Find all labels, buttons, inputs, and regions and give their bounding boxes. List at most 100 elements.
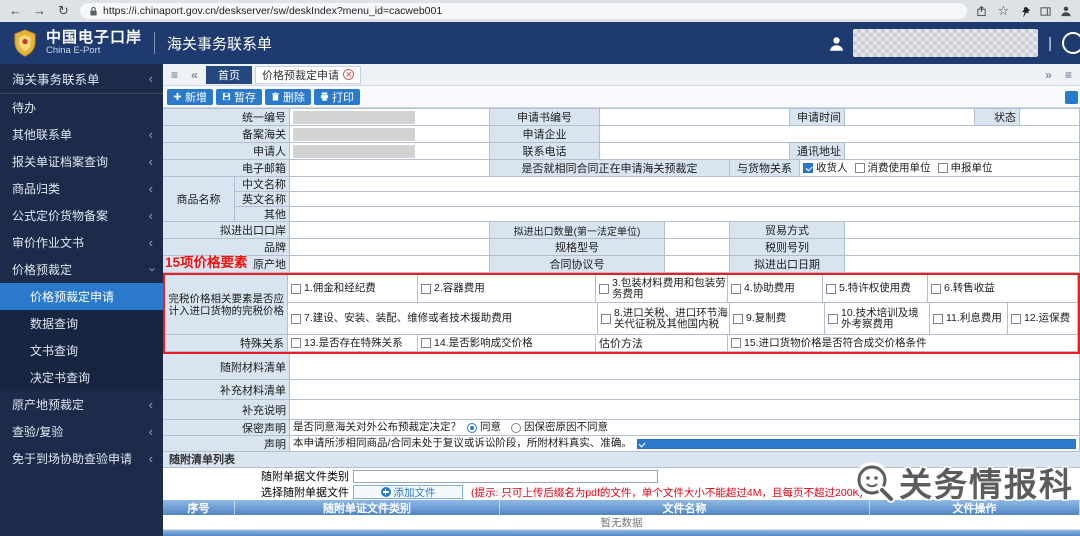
factor-6-checkbox[interactable] [931, 283, 941, 294]
chevron-left-icon: ‹ [148, 181, 153, 196]
disagree-radio[interactable] [511, 422, 521, 433]
collapse-tabs-icon[interactable]: « [186, 68, 203, 82]
tab-list-icon[interactable]: ≡ [1060, 68, 1077, 82]
port-field[interactable] [290, 222, 490, 239]
cn-name-field[interactable] [290, 177, 1080, 192]
factor-8-checkbox[interactable] [601, 313, 611, 324]
status-field [1020, 109, 1080, 126]
apply-company-field[interactable] [600, 126, 1080, 143]
factor-7-checkbox[interactable] [291, 313, 301, 324]
sidebar-item-classification[interactable]: 商品归类 ‹ [0, 175, 163, 202]
brand-cn: 中国电子口岸 [46, 28, 143, 46]
email-field[interactable] [290, 160, 490, 177]
scroll-top-button[interactable] [1065, 91, 1078, 104]
sidebar-item-declaration-archive[interactable]: 报关单证档案查询 ‹ [0, 148, 163, 175]
origin-field[interactable] [290, 256, 490, 273]
label-cn-name: 中文名称 [235, 177, 290, 192]
agree-radio[interactable] [467, 422, 477, 433]
supplement-list-field[interactable] [290, 380, 1080, 400]
menu-icon[interactable]: ≡ [166, 68, 183, 82]
price-factors-section: 完税价格相关要素是否应计入进口货物的完税价格 1.佣金和经纪费 2.容器费用 3… [163, 273, 1080, 354]
save-button[interactable]: 暂存 [216, 88, 262, 105]
label-special-relation: 特殊关系 [165, 335, 288, 352]
sidebar-item-todo[interactable]: 待办 [0, 94, 163, 121]
header-badge-icon[interactable] [1062, 32, 1080, 54]
refresh-icon[interactable]: ↻ [56, 0, 71, 22]
sidebar-item-price-preruling-apply[interactable]: 价格预裁定申请 [0, 283, 163, 310]
factor-3-checkbox[interactable] [599, 283, 609, 294]
app-doc-no-field[interactable] [600, 109, 790, 126]
sidebar-item-origin-preruling[interactable]: 原产地预裁定 ‹ [0, 391, 163, 418]
pin-extension-icon[interactable] [1020, 6, 1031, 17]
factor-2-checkbox[interactable] [421, 283, 431, 294]
expand-tabs-icon[interactable]: » [1040, 68, 1057, 82]
sidebar-item-doc-query[interactable]: 文书查询 [0, 337, 163, 364]
sidebar-item-other-contact[interactable]: 其他联系单 ‹ [0, 121, 163, 148]
sidebar-item-formula-pricing[interactable]: 公式定价货物备案 ‹ [0, 202, 163, 229]
factor-15-checkbox[interactable] [731, 338, 741, 348]
share-icon[interactable] [976, 5, 987, 17]
user-icon[interactable] [828, 35, 845, 52]
profile-icon[interactable] [1060, 5, 1072, 17]
factor-13-checkbox[interactable] [291, 338, 301, 348]
back-icon[interactable]: ← [8, 0, 23, 22]
factor-11-checkbox[interactable] [933, 313, 943, 324]
declare-unit-checkbox[interactable] [937, 163, 948, 173]
other-name-field[interactable] [290, 207, 1080, 222]
spec-field[interactable] [665, 239, 730, 256]
tariff-no-field[interactable] [845, 239, 1080, 256]
quantity-field[interactable] [665, 222, 730, 239]
new-button[interactable]: 新增 [167, 88, 213, 105]
url-bar[interactable]: https://i.chinaport.gov.cn/deskserver/sw… [80, 3, 967, 19]
sidebar-item-customs-contact[interactable]: 海关事务联系单 ‹ [0, 64, 163, 94]
sidebar-item-valuation-doc[interactable]: 审价作业文书 ‹ [0, 229, 163, 256]
forward-icon[interactable]: → [32, 0, 47, 22]
label-spec: 规格型号 [490, 239, 665, 256]
sidebar-item-exempt-inspection[interactable]: 免于到场协助查验申请 ‹ [0, 445, 163, 472]
factor-5-checkbox[interactable] [826, 283, 836, 294]
brand-field[interactable] [290, 239, 490, 256]
sidebar-item-inspection[interactable]: 查验/复验 ‹ [0, 418, 163, 445]
side-panel-icon[interactable] [1040, 6, 1051, 17]
factor-5: 5.特许权使用费 [823, 275, 928, 303]
label-applicant: 申请人 [163, 143, 290, 160]
label-record-customs: 备案海关 [163, 126, 290, 143]
consignee-checkbox[interactable] [803, 163, 813, 173]
factor-4-checkbox[interactable] [731, 283, 741, 294]
apply-time-field[interactable] [845, 109, 975, 126]
header-divider [154, 32, 156, 54]
label-port: 拟进出口口岸 [163, 222, 290, 239]
sidebar-item-price-preruling[interactable]: 价格预裁定 ‹ [0, 256, 163, 283]
trade-mode-field[interactable] [845, 222, 1080, 239]
sidebar-item-decision-query[interactable]: 决定书查询 [0, 364, 163, 391]
consumer-unit-checkbox[interactable] [854, 163, 865, 173]
date-field[interactable] [845, 256, 1080, 273]
preruling-form: 15项价格要素 统一编号 申请书编号 申请时间 状态 备案海关 申请企业 申请人… [163, 108, 1080, 452]
factor-4: 4.协助费用 [728, 275, 823, 303]
tab-home[interactable]: 首页 [206, 65, 252, 84]
phone-field[interactable] [600, 143, 790, 160]
factor-9-checkbox[interactable] [733, 313, 743, 324]
chevron-left-icon: ‹ [148, 451, 153, 466]
tab-price-preruling-apply[interactable]: 价格预裁定申请 [255, 65, 361, 84]
label-quantity: 拟进出口数量(第一法定单位) [490, 222, 665, 239]
en-name-field[interactable] [290, 192, 1080, 207]
address-field[interactable] [845, 143, 1080, 160]
supplement-note-field[interactable] [290, 400, 1080, 420]
factor-12-checkbox[interactable] [1011, 313, 1021, 324]
print-button[interactable]: 打印 [314, 88, 360, 105]
factor-1-checkbox[interactable] [291, 283, 301, 294]
factor-10-checkbox[interactable] [828, 313, 838, 324]
delete-button[interactable]: 删除 [265, 88, 311, 105]
declaration-checkbox[interactable] [636, 438, 1076, 449]
factor-14-checkbox[interactable] [421, 338, 431, 348]
page-title: 海关事务联系单 [167, 35, 273, 53]
circle-plus-icon [380, 487, 391, 497]
add-file-button[interactable]: 添加文件 [353, 485, 463, 499]
sidebar-item-data-query[interactable]: 数据查询 [0, 310, 163, 337]
attach-list-field[interactable] [290, 354, 1080, 380]
contract-no-field[interactable] [665, 256, 730, 273]
file-type-select[interactable] [353, 469, 658, 483]
close-tab-icon[interactable] [343, 69, 354, 80]
bookmark-star-icon[interactable]: ☆ [996, 0, 1011, 22]
